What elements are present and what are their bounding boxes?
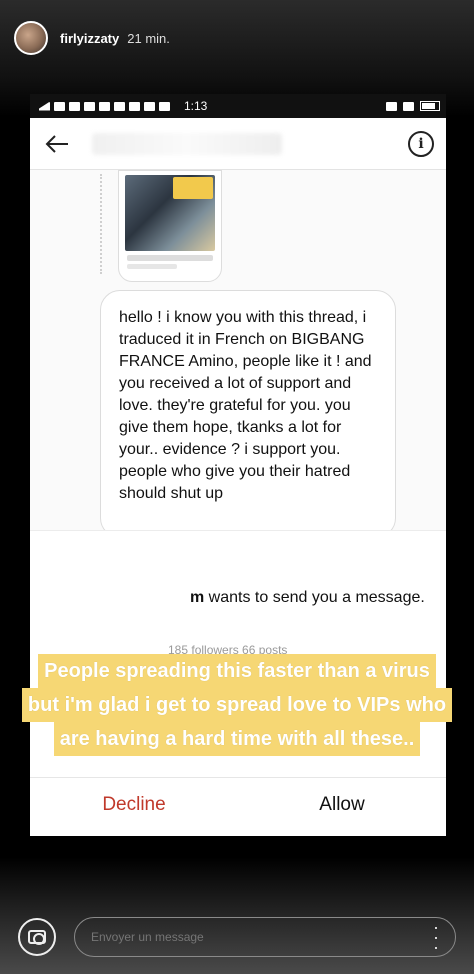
back-arrow-icon[interactable] xyxy=(42,129,72,159)
shared-post-caption-tag xyxy=(173,177,213,199)
mail-icon xyxy=(84,101,95,111)
blurred-contact-name xyxy=(92,132,282,155)
more-options-icon[interactable]: · · · xyxy=(433,918,439,956)
mute-icon xyxy=(386,101,397,111)
sticker-text: People spreading this faster than a viru… xyxy=(38,654,436,688)
typing-indicator-line xyxy=(100,174,102,274)
reply-input[interactable] xyxy=(91,930,291,944)
request-message: wants to send you a message. xyxy=(204,589,425,606)
story-header: firlyizzaty 21 min. xyxy=(14,20,170,56)
eye-icon xyxy=(403,101,414,111)
shared-post-caption-line xyxy=(127,255,213,261)
messenger-icon xyxy=(114,101,125,111)
divider xyxy=(30,777,446,778)
sticker-text: are having a hard time with all these.. xyxy=(53,722,421,756)
airplane-icon xyxy=(54,101,65,111)
decline-button[interactable]: Decline xyxy=(30,783,238,827)
reply-bar: ··· xyxy=(0,900,474,974)
sticker-text: but i'm glad i get to spread love to VIP… xyxy=(21,688,453,722)
info-icon[interactable]: i xyxy=(408,130,434,157)
chat-app-bar: i xyxy=(30,118,446,170)
twitter-icon xyxy=(99,101,110,111)
message-bubble: hello ! i know you with this thread, i t… xyxy=(100,290,396,538)
battery-icon xyxy=(420,101,440,111)
signal-icon xyxy=(36,101,50,111)
allow-button[interactable]: Allow xyxy=(238,783,446,827)
network-icon xyxy=(69,101,80,111)
story-text-sticker-line-1: People spreading this faster than a viru… xyxy=(0,654,474,688)
request-sender: m xyxy=(190,589,205,606)
username[interactable]: firlyizzaty xyxy=(60,31,119,46)
heart-icon xyxy=(129,101,140,111)
story-text-sticker-line-2: but i'm glad i get to spread love to VIP… xyxy=(0,688,474,722)
shared-post-caption-line xyxy=(127,264,177,269)
shared-post-preview[interactable] xyxy=(118,170,222,282)
story-text-sticker-line-3: are having a hard time with all these.. xyxy=(0,722,474,756)
status-time: 1:13 xyxy=(184,99,208,113)
camera-icon[interactable] xyxy=(18,918,56,956)
shared-post-image xyxy=(125,175,215,251)
chat-icon xyxy=(159,101,170,111)
request-text: m wants to send you a message. xyxy=(190,587,430,609)
car-icon xyxy=(144,101,155,111)
status-bar: 1:13 xyxy=(30,94,446,118)
reply-field[interactable]: ··· xyxy=(74,917,456,957)
time-ago: 21 min. xyxy=(127,30,170,46)
avatar[interactable] xyxy=(14,21,48,55)
